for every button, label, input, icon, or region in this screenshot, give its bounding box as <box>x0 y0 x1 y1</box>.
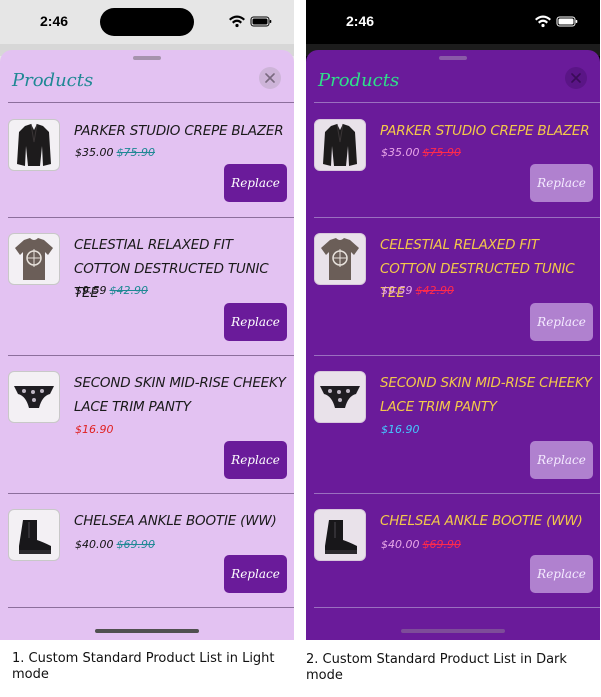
sale-price: $16.90 <box>381 423 420 436</box>
close-icon <box>571 73 581 83</box>
product-sheet: Products PARKER STUDIO CREPE BLAZER $35.… <box>306 50 600 640</box>
caption-light-mode: 1. Custom Standard Product List in Light… <box>12 651 275 682</box>
product-sheet: Products PARKER STUDIO CREPE BLAZER $35.… <box>0 50 294 640</box>
product-name: CHELSEA ANKLE BOOTIE (WW) <box>380 513 583 529</box>
price-row: $40.00 $69.90 <box>75 538 158 551</box>
product-thumbnail <box>314 509 366 561</box>
original-price: $75.90 <box>116 146 156 159</box>
caption-dark-mode: 2. Custom Standard Product List in Dark … <box>306 652 567 683</box>
replace-button[interactable]: Replace <box>224 164 287 202</box>
replace-button[interactable]: Replace <box>224 441 287 479</box>
product-thumbnail <box>314 371 366 423</box>
battery-icon <box>556 16 578 27</box>
divider <box>8 217 294 218</box>
product-name: SECOND SKIN MID-RISE CHEEKY LACE TRIM PA… <box>74 375 286 415</box>
replace-button[interactable]: Replace <box>530 164 593 202</box>
phone-dark-mode: 2:46 Products PARKER STUDIO CREPE BLAZER… <box>306 0 600 640</box>
close-icon <box>265 73 275 83</box>
price-row: $9.59 $42.90 <box>381 284 457 297</box>
price-row: $9.59 $42.90 <box>75 284 151 297</box>
panty-icon <box>320 386 360 408</box>
product-thumbnail <box>8 119 60 171</box>
divider <box>314 493 600 494</box>
blazer-icon <box>17 123 51 166</box>
boot-icon <box>325 520 357 554</box>
price-row: $16.90 <box>75 423 117 436</box>
sale-price: $16.90 <box>75 423 114 436</box>
sheet-title: Products <box>318 70 400 91</box>
divider <box>314 102 600 103</box>
original-price: $42.90 <box>109 284 149 297</box>
tshirt-icon <box>321 238 359 280</box>
product-thumbnail <box>8 233 60 285</box>
panty-icon <box>14 386 54 408</box>
product-name: SECOND SKIN MID-RISE CHEEKY LACE TRIM PA… <box>380 375 592 415</box>
product-thumbnail <box>8 509 60 561</box>
replace-button[interactable]: Replace <box>530 555 593 593</box>
price-row: $35.00 $75.90 <box>75 146 158 159</box>
close-button[interactable] <box>565 67 587 89</box>
price-row: $40.00 $69.90 <box>381 538 464 551</box>
status-bar: 2:46 <box>0 0 294 44</box>
boot-icon <box>19 520 51 554</box>
status-bar: 2:46 <box>306 0 600 44</box>
product-name: PARKER STUDIO CREPE BLAZER <box>74 123 284 139</box>
product-price: $35.00 <box>75 146 114 159</box>
product-thumbnail <box>314 119 366 171</box>
tshirt-icon <box>15 238 53 280</box>
blazer-icon <box>323 123 357 166</box>
status-time: 2:46 <box>40 13 69 29</box>
wifi-icon <box>535 15 551 28</box>
product-thumbnail <box>314 233 366 285</box>
divider <box>314 355 600 356</box>
home-indicator[interactable] <box>401 629 505 633</box>
divider <box>8 355 294 356</box>
product-price: $9.59 <box>381 284 413 297</box>
divider <box>314 607 600 608</box>
product-thumbnail <box>8 371 60 423</box>
replace-button[interactable]: Replace <box>530 441 593 479</box>
dynamic-island <box>406 8 500 36</box>
product-price: $40.00 <box>381 538 420 551</box>
battery-icon <box>250 16 272 27</box>
status-icons <box>229 15 272 28</box>
sheet-grabber[interactable] <box>133 56 161 60</box>
replace-button[interactable]: Replace <box>530 303 593 341</box>
divider <box>314 217 600 218</box>
status-icons <box>535 15 578 28</box>
original-price: $42.90 <box>415 284 455 297</box>
divider <box>8 493 294 494</box>
replace-button[interactable]: Replace <box>224 555 287 593</box>
product-price: $9.59 <box>75 284 107 297</box>
product-price: $40.00 <box>75 538 114 551</box>
sheet-title: Products <box>12 70 94 91</box>
price-row: $35.00 $75.90 <box>381 146 464 159</box>
divider <box>8 607 294 608</box>
divider <box>8 102 294 103</box>
replace-button[interactable]: Replace <box>224 303 287 341</box>
wifi-icon <box>229 15 245 28</box>
product-price: $35.00 <box>381 146 420 159</box>
product-name: CHELSEA ANKLE BOOTIE (WW) <box>74 513 277 529</box>
sheet-grabber[interactable] <box>439 56 467 60</box>
original-price: $69.90 <box>116 538 156 551</box>
phone-light-mode: 2:46 Products PARKER STUDIO CREPE BLAZER… <box>0 0 294 640</box>
status-time: 2:46 <box>346 13 375 29</box>
original-price: $69.90 <box>422 538 462 551</box>
price-row: $16.90 <box>381 423 423 436</box>
product-name: PARKER STUDIO CREPE BLAZER <box>380 123 590 139</box>
close-button[interactable] <box>259 67 281 89</box>
home-indicator[interactable] <box>95 629 199 633</box>
original-price: $75.90 <box>422 146 462 159</box>
dynamic-island <box>100 8 194 36</box>
